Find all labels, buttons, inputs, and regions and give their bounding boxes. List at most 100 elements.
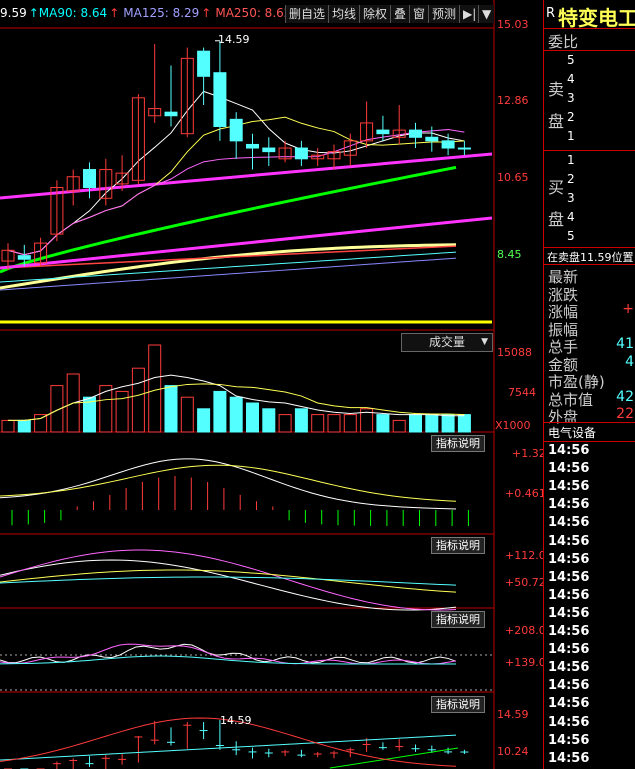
- weibi-label: 委比: [548, 33, 579, 51]
- tick-time: 14:56: [548, 732, 590, 748]
- volume-bar: [213, 390, 227, 433]
- quote-sidebar: R 特变电工 委比 卖 盘 5 4 3 2 1 买 盘 1 2 3 4 5 在卖盘11.59位置…: [543, 0, 635, 769]
- sell-level-number: 3: [567, 91, 575, 105]
- chevron-down-icon: ▼: [481, 337, 488, 347]
- stat-value: 22: [616, 406, 634, 422]
- indicator-help-button-3[interactable]: 指标说明: [431, 611, 485, 628]
- macd-dea: [0, 464, 457, 502]
- volume-axis-unit: X1000: [495, 419, 531, 432]
- price-axis-2: 12.86: [497, 94, 529, 107]
- industry-label: 电气设备: [548, 426, 597, 440]
- tick-time: 14:56: [548, 551, 590, 567]
- volume-bar: [99, 385, 113, 433]
- toolbar-button[interactable]: 均线: [328, 5, 360, 23]
- price-axis-3: 10.65: [497, 171, 529, 184]
- volume-bar: [34, 414, 48, 433]
- buy-level-number: 2: [567, 172, 575, 186]
- ind1-axis-2: +0.461: [505, 487, 543, 500]
- tick-time: 14:56: [548, 587, 590, 603]
- ind3-axis-1: +208.0: [505, 624, 543, 637]
- tick-time: 14:56: [548, 515, 590, 531]
- buy-level-number: 3: [567, 191, 575, 205]
- price-axis-1: 15.03: [497, 18, 529, 31]
- volume-bar: [392, 419, 406, 433]
- sell-level-number: 1: [567, 129, 575, 143]
- order-status: 在卖盘11.59位置: [547, 251, 634, 264]
- toolbar-button[interactable]: 窗: [409, 5, 429, 23]
- volume-bar: [197, 408, 211, 433]
- volume-bar: [1, 419, 15, 433]
- candle-body: [197, 50, 211, 77]
- indicator-help-button-2[interactable]: 指标说明: [431, 537, 485, 554]
- ind2-line-1: [0, 559, 457, 611]
- macd-dif: [0, 458, 457, 510]
- ma-legend: 9.59↑MA90: 8.64↑MA125: 8.29↑MA250: 8.62↑: [0, 6, 307, 22]
- chart-canvas[interactable]: [0, 0, 543, 769]
- ind2-axis-1: +112.0: [505, 549, 543, 562]
- indicator-help-button-4[interactable]: 指标说明: [431, 696, 485, 713]
- sell-label-2: 盘: [548, 112, 565, 131]
- volume-axis-1: 15088: [497, 346, 532, 359]
- tick-time: 14:56: [548, 714, 590, 730]
- ma-legend-item: ↑: [109, 6, 120, 20]
- volume-bar: [229, 396, 243, 433]
- volume-bar: [17, 419, 31, 433]
- candle-body: [441, 140, 455, 149]
- stat-value: 41: [616, 336, 634, 352]
- volume-bar: [164, 385, 178, 433]
- ma-legend-item: ↑: [201, 6, 212, 20]
- volume-dropdown[interactable]: 成交量 ▼: [401, 333, 493, 352]
- ma-legend-item: MA250: 8.62: [215, 6, 292, 20]
- tick-time: 14:56: [548, 660, 590, 676]
- tick-time: 14:56: [548, 569, 590, 585]
- ma-legend-item: ↑MA90: 8.64: [28, 6, 108, 20]
- volume-bar: [131, 367, 145, 433]
- tick-time: 14:56: [548, 533, 590, 549]
- tick-time: 14:56: [548, 678, 590, 694]
- volume-bar: [441, 414, 455, 433]
- sell-level-number: 4: [567, 72, 575, 86]
- buy-level-number: 1: [567, 153, 575, 167]
- ma-legend-item: MA125: 8.29: [123, 6, 200, 20]
- indicator-help-button-1[interactable]: 指标说明: [431, 435, 485, 452]
- chart-area[interactable]: 9.59↑MA90: 8.64↑MA125: 8.29↑MA250: 8.62↑…: [0, 0, 543, 769]
- ma-legend-item: 9.59: [0, 6, 27, 20]
- volume-bar: [376, 414, 390, 433]
- sell-label-1: 卖: [548, 80, 565, 99]
- tick-time: 14:56: [548, 642, 590, 658]
- stat-value: 4: [625, 353, 634, 370]
- stock-name[interactable]: 特变电工: [558, 2, 635, 31]
- ind3-axis-2: +139.0: [505, 656, 543, 669]
- candle-body: [229, 118, 243, 142]
- arrow-right-icon[interactable]: ▶|: [459, 5, 480, 23]
- volume-bar: [425, 414, 439, 433]
- candle-body: [164, 111, 178, 117]
- toolbar-button[interactable]: 预测: [428, 5, 460, 23]
- price-axis-4: 8.45: [497, 248, 522, 261]
- candle-body: [83, 169, 96, 188]
- volume-bar: [246, 402, 259, 433]
- tick-time: 14:56: [548, 605, 590, 621]
- volume-axis-2: 7544: [508, 386, 536, 399]
- market-corner-label: R: [546, 6, 556, 21]
- candle-body: [294, 147, 308, 160]
- volume-bar: [180, 396, 194, 433]
- candle-body: [409, 129, 422, 138]
- volume-bar: [148, 344, 162, 433]
- tick-time: 14:56: [548, 750, 590, 766]
- sell-level-number: 2: [567, 110, 575, 124]
- ind4-axis-1: 14.59: [497, 708, 529, 721]
- toolbar-button[interactable]: 删自选: [285, 5, 329, 23]
- buy-level-number: 5: [567, 229, 575, 243]
- ind4-high-label: 14.59: [220, 714, 252, 727]
- volume-bar: [294, 408, 308, 433]
- ma125-line: [0, 257, 457, 291]
- ind4-axis-2: 10.24: [497, 745, 529, 758]
- toolbar-button[interactable]: 除权: [359, 5, 391, 23]
- volume-bar: [262, 408, 276, 433]
- tick-time: 14:56: [548, 696, 590, 712]
- ind2-line-3: [0, 569, 457, 593]
- ind1-axis-1: +1.32: [512, 447, 543, 460]
- dropdown-icon[interactable]: ▼: [478, 5, 495, 23]
- toolbar-button[interactable]: 叠: [390, 5, 410, 23]
